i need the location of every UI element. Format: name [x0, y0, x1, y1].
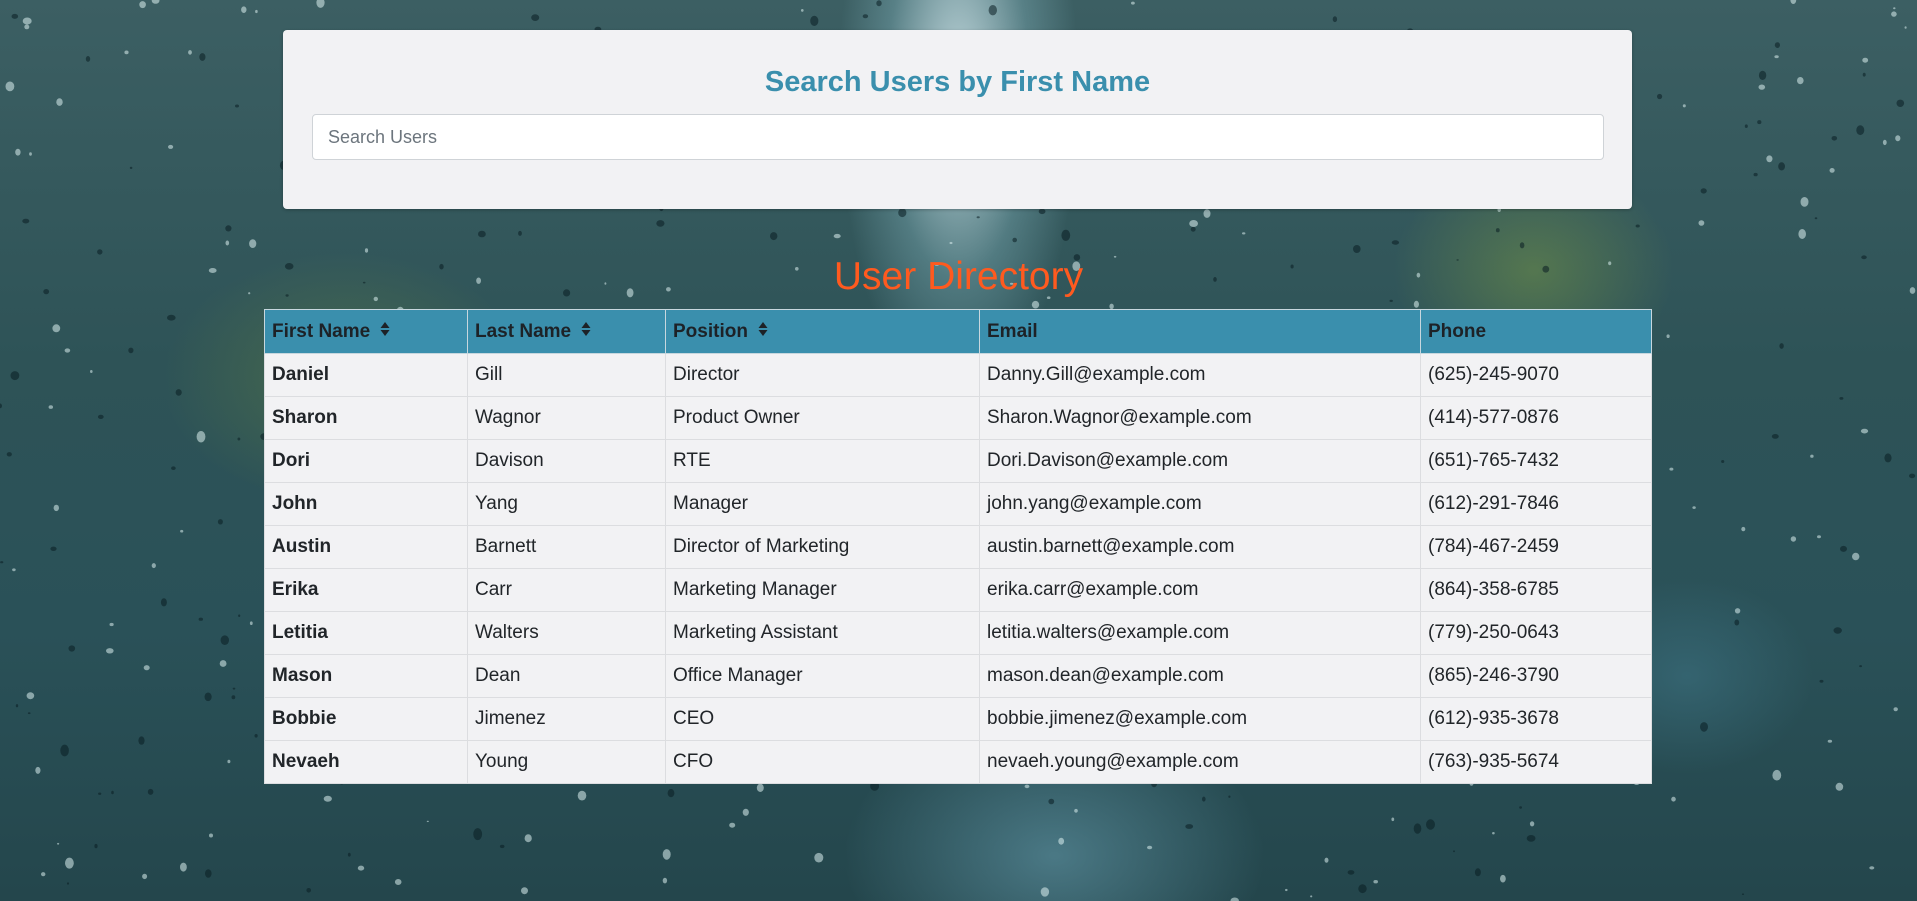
cell-email: austin.barnett@example.com — [979, 525, 1421, 569]
cell-phone: (625)-245-9070 — [1420, 353, 1652, 397]
cell-email: bobbie.jimenez@example.com — [979, 697, 1421, 741]
cell-first-name: John — [264, 482, 468, 526]
cell-last-name: Wagnor — [467, 396, 666, 440]
cell-last-name: Carr — [467, 568, 666, 612]
cell-position: Office Manager — [665, 654, 980, 698]
cell-first-name: Sharon — [264, 396, 468, 440]
cell-phone: (763)-935-5674 — [1420, 740, 1652, 784]
cell-position: Director — [665, 353, 980, 397]
table-row: Dori Davison RTE Dori.Davison@example.com (6… — [264, 439, 1652, 483]
cell-first-name: Nevaeh — [264, 740, 468, 784]
table-row: Mason Dean Office Manager mason.dean@exampl… — [264, 654, 1652, 698]
cell-email: Sharon.Wagnor@example.com — [979, 396, 1421, 440]
header-phone: Phone — [1420, 309, 1652, 354]
header-first-name[interactable]: First Name — [264, 309, 468, 354]
cell-first-name: Letitia — [264, 611, 468, 655]
sort-icon[interactable] — [758, 321, 768, 337]
user-table: First Name Last Name Position Email Phon… — [264, 309, 1652, 784]
cell-email: Danny.Gill@example.com — [979, 353, 1421, 397]
table-row: John Yang Manager john.yang@example.com (612… — [264, 482, 1652, 526]
cell-position: CEO — [665, 697, 980, 741]
header-position[interactable]: Position — [665, 309, 980, 354]
cell-last-name: Dean — [467, 654, 666, 698]
search-input[interactable] — [312, 114, 1604, 160]
cell-phone: (651)-765-7432 — [1420, 439, 1652, 483]
sort-icon[interactable] — [581, 321, 591, 337]
cell-first-name: Dori — [264, 439, 468, 483]
cell-email: mason.dean@example.com — [979, 654, 1421, 698]
search-panel: Search Users by First Name — [283, 30, 1632, 209]
cell-last-name: Walters — [467, 611, 666, 655]
directory-title-text: User Directory — [833, 255, 1084, 298]
cell-first-name: Mason — [264, 654, 468, 698]
header-label: Phone — [1428, 320, 1487, 342]
cell-first-name: Erika — [264, 568, 468, 612]
table-row: Sharon Wagnor Product Owner Sharon.Wagnor@e… — [264, 396, 1652, 440]
cell-position: RTE — [665, 439, 980, 483]
header-email: Email — [979, 309, 1421, 354]
cell-phone: (864)-358-6785 — [1420, 568, 1652, 612]
sort-icon[interactable] — [380, 321, 390, 337]
table-header-row: First Name Last Name Position Email Phon… — [264, 309, 1652, 354]
table-row: Daniel Gill Director Danny.Gill@example.com… — [264, 353, 1652, 397]
table-row: Letitia Walters Marketing Assistant letitia… — [264, 611, 1652, 655]
cell-position: CFO — [665, 740, 980, 784]
cell-phone: (784)-467-2459 — [1420, 525, 1652, 569]
header-label: Position — [673, 320, 748, 342]
cell-last-name: Young — [467, 740, 666, 784]
cell-position: Marketing Manager — [665, 568, 980, 612]
table-body: Daniel Gill Director Danny.Gill@example.com… — [264, 353, 1652, 784]
cell-email: erika.carr@example.com — [979, 568, 1421, 612]
cell-first-name: Bobbie — [264, 697, 468, 741]
cell-last-name: Davison — [467, 439, 666, 483]
cell-first-name: Daniel — [264, 353, 468, 397]
table-row: Austin Barnett Director of Marketing austin… — [264, 525, 1652, 569]
cell-position: Manager — [665, 482, 980, 526]
header-label: Email — [987, 320, 1038, 342]
header-label: Last Name — [475, 320, 572, 342]
cell-email: john.yang@example.com — [979, 482, 1421, 526]
cell-phone: (779)-250-0643 — [1420, 611, 1652, 655]
cell-email: nevaeh.young@example.com — [979, 740, 1421, 784]
cell-phone: (612)-935-3678 — [1420, 697, 1652, 741]
cell-last-name: Yang — [467, 482, 666, 526]
cell-phone: (414)-577-0876 — [1420, 396, 1652, 440]
table-row: Erika Carr Marketing Manager erika.carr@exa… — [264, 568, 1652, 612]
cell-phone: (612)-291-7846 — [1420, 482, 1652, 526]
cell-email: letitia.walters@example.com — [979, 611, 1421, 655]
cell-position: Product Owner — [665, 396, 980, 440]
header-label: First Name — [272, 320, 371, 342]
cell-last-name: Gill — [467, 353, 666, 397]
cell-position: Director of Marketing — [665, 525, 980, 569]
cell-email: Dori.Davison@example.com — [979, 439, 1421, 483]
cell-first-name: Austin — [264, 525, 468, 569]
cell-last-name: Jimenez — [467, 697, 666, 741]
directory-title: User Directory — [0, 253, 1917, 301]
cell-last-name: Barnett — [467, 525, 666, 569]
cell-position: Marketing Assistant — [665, 611, 980, 655]
table-row: Bobbie Jimenez CEO bobbie.jimenez@example.c… — [264, 697, 1652, 741]
cell-phone: (865)-246-3790 — [1420, 654, 1652, 698]
header-last-name[interactable]: Last Name — [467, 309, 666, 354]
table-row: Nevaeh Young CFO nevaeh.young@example.com (7… — [264, 740, 1652, 784]
search-title: Search Users by First Name — [764, 66, 1151, 98]
